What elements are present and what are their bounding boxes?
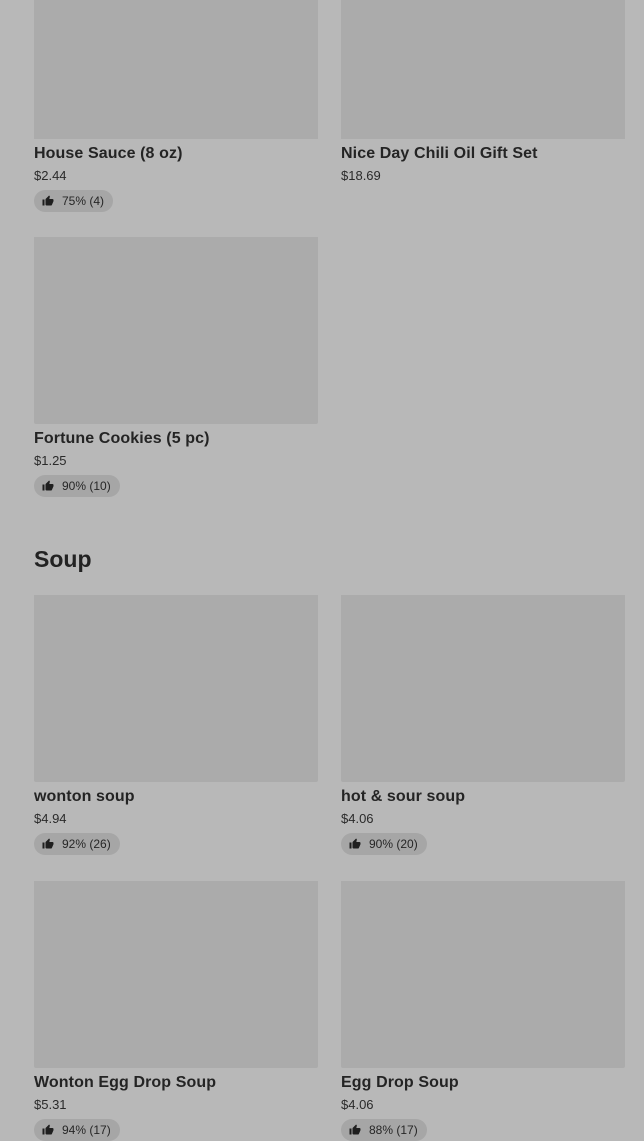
rating-text: 75% (4) [62, 194, 105, 208]
menu-item-price: $4.94 [34, 811, 67, 826]
rating-badge: 75% (4) [34, 190, 114, 212]
menu-item-name: hot & sour soup [341, 788, 466, 805]
menu-item-image[interactable] [341, 0, 625, 139]
menu-item-name: wonton soup [34, 788, 135, 805]
menu-item-name: Nice Day Chili Oil Gift Set [341, 145, 538, 162]
rating-text: 90% (10) [62, 479, 111, 493]
menu-item-name: Egg Drop Soup [341, 1074, 459, 1091]
menu-item-price: $18.69 [341, 168, 381, 183]
menu-item-card[interactable]: Nice Day Chili Oil Gift Set $18.69 [341, 0, 625, 183]
menu-item-image[interactable] [341, 881, 625, 1068]
rating-badge: 88% (17) [341, 1119, 427, 1141]
menu-item-price: $4.06 [341, 811, 374, 826]
rating-badge: 90% (10) [34, 475, 120, 497]
menu-item-price: $4.06 [341, 1097, 374, 1112]
menu-item-image[interactable] [34, 881, 318, 1068]
menu-item-price: $5.31 [34, 1097, 67, 1112]
thumbs-up-icon [42, 838, 54, 849]
thumbs-up-icon [42, 1124, 54, 1135]
thumbs-up-icon [349, 1124, 361, 1135]
menu-item-card[interactable]: hot & sour soup $4.06 90% (20) [341, 595, 625, 855]
thumbs-up-icon [349, 838, 361, 849]
menu-item-card[interactable]: Wonton Egg Drop Soup $5.31 94% (17) [34, 881, 318, 1141]
rating-text: 92% (26) [62, 837, 111, 851]
menu-item-image[interactable] [34, 595, 318, 782]
menu-item-image[interactable] [341, 595, 625, 782]
thumbs-up-icon [42, 195, 54, 206]
rating-text: 88% (17) [369, 1123, 418, 1137]
menu-item-image[interactable] [34, 237, 318, 424]
menu-item-name: House Sauce (8 oz) [34, 145, 183, 162]
menu-item-card[interactable]: Egg Drop Soup $4.06 88% (17) [341, 881, 625, 1141]
thumbs-up-icon [42, 480, 54, 491]
menu-item-image[interactable] [34, 0, 318, 139]
rating-text: 90% (20) [369, 837, 418, 851]
menu-item-card[interactable]: Fortune Cookies (5 pc) $1.25 90% (10) [34, 237, 318, 497]
menu-item-name: Fortune Cookies (5 pc) [34, 430, 210, 447]
menu-item-name: Wonton Egg Drop Soup [34, 1074, 217, 1091]
rating-text: 94% (17) [62, 1123, 111, 1137]
menu-item-card[interactable]: House Sauce (8 oz) $2.44 75% (4) [34, 0, 318, 212]
menu-item-price: $1.25 [34, 453, 67, 468]
section-title-soup: Soup [34, 546, 92, 572]
rating-badge: 90% (20) [341, 833, 427, 855]
menu-item-price: $2.44 [34, 168, 67, 183]
menu-item-card[interactable]: wonton soup $4.94 92% (26) [34, 595, 318, 855]
rating-badge: 92% (26) [34, 833, 120, 855]
rating-badge: 94% (17) [34, 1119, 120, 1141]
